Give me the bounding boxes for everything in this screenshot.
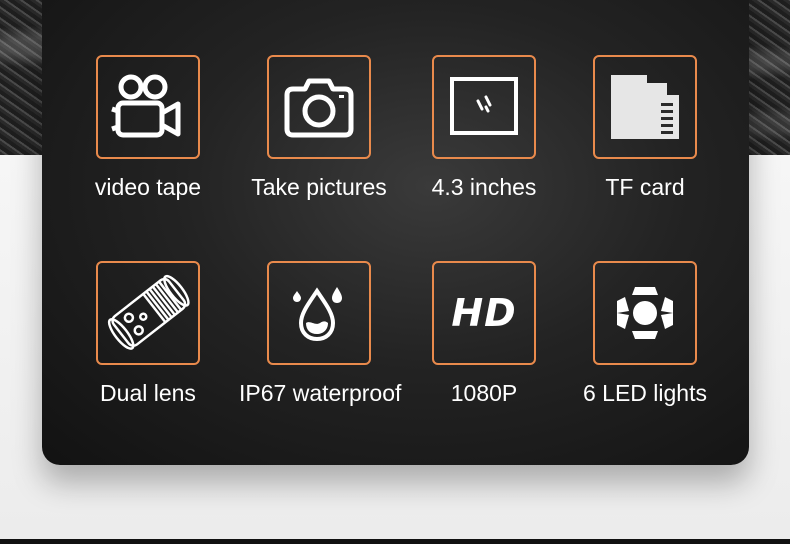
dual-lens-probe-icon bbox=[96, 261, 200, 365]
screen-icon bbox=[432, 55, 536, 159]
feature-label: IP67 waterproof bbox=[239, 380, 402, 406]
bottom-border bbox=[0, 539, 790, 544]
feature-waterproof: IP67 waterproof bbox=[239, 261, 402, 407]
feature-label: 6 LED lights bbox=[582, 380, 707, 406]
feature-led-lights: 6 LED lights bbox=[565, 261, 725, 407]
features-panel: video tape Take pictures 4.3 inches TF c… bbox=[42, 0, 749, 465]
feature-label: 1080P bbox=[450, 380, 518, 406]
led-lights-icon bbox=[593, 261, 697, 365]
feature-label: Take pictures bbox=[251, 174, 387, 200]
feature-label: 4.3 inches bbox=[431, 174, 537, 200]
feature-take-pictures: Take pictures bbox=[239, 55, 399, 201]
hd-icon-text: HD bbox=[451, 291, 517, 335]
video-camera-icon bbox=[96, 55, 200, 159]
water-drop-icon bbox=[267, 261, 371, 365]
feature-dual-lens: Dual lens bbox=[68, 261, 228, 407]
feature-label: Dual lens bbox=[100, 380, 196, 406]
sd-card-icon bbox=[593, 55, 697, 159]
feature-1080p: HD 1080P bbox=[404, 261, 564, 407]
camera-icon bbox=[267, 55, 371, 159]
feature-screen-size: 4.3 inches bbox=[404, 55, 564, 201]
hd-icon: HD bbox=[432, 261, 536, 365]
feature-label: TF card bbox=[605, 174, 685, 200]
feature-video-tape: video tape bbox=[68, 55, 228, 201]
feature-tf-card: TF card bbox=[565, 55, 725, 201]
feature-label: video tape bbox=[94, 174, 202, 200]
